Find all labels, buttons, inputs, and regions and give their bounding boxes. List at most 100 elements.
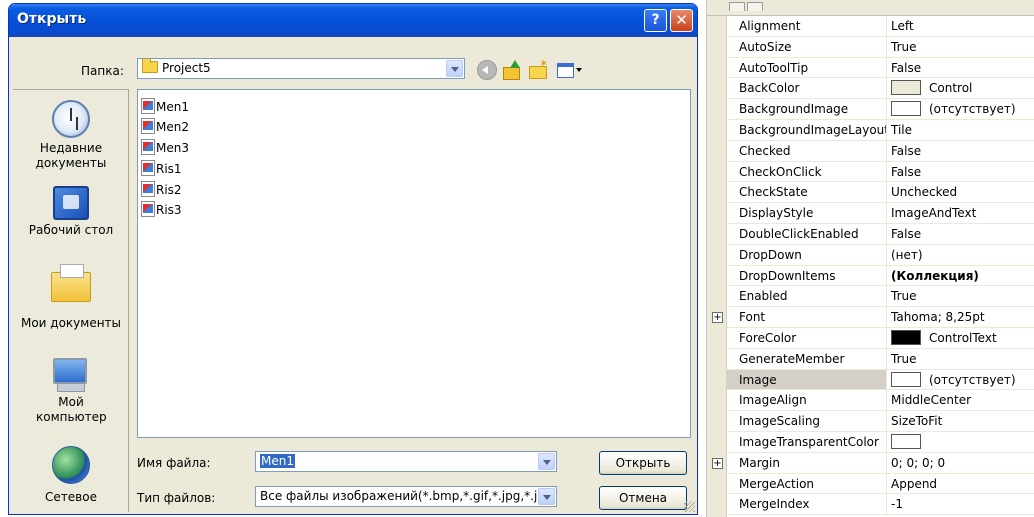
property-value[interactable]: True bbox=[889, 286, 1034, 306]
property-value[interactable]: Tile bbox=[889, 120, 1034, 140]
property-name: Enabled bbox=[727, 286, 887, 307]
property-row[interactable]: GenerateMember True bbox=[727, 348, 1034, 370]
properties-grid: Alignment Left AutoSize True AutoToolTip Fals… bbox=[706, 0, 1034, 517]
property-row[interactable]: Checked False bbox=[727, 140, 1034, 162]
property-value-text: Append bbox=[891, 476, 938, 491]
title-bar[interactable]: Открыть ? ✕ bbox=[9, 4, 697, 37]
property-row[interactable]: ImageTransparentColor bbox=[727, 432, 1034, 453]
property-row[interactable]: AutoSize True bbox=[727, 36, 1034, 58]
list-item[interactable]: Men3 bbox=[141, 139, 189, 156]
property-row[interactable]: BackgroundImage (отсутствует) bbox=[727, 99, 1034, 120]
property-row[interactable]: CheckState Unchecked bbox=[727, 182, 1034, 204]
file-name: Men2 bbox=[156, 120, 189, 134]
property-value-text: -1 bbox=[891, 497, 903, 512]
expand-icon[interactable]: + bbox=[712, 312, 723, 324]
chevron-down-icon[interactable] bbox=[538, 453, 555, 470]
chevron-down-icon[interactable] bbox=[446, 60, 463, 77]
property-row[interactable]: BackgroundImageLayout Tile bbox=[727, 120, 1034, 141]
file-list[interactable]: Men1 Men2 Men3 Ris1 Ris2 Ris3 bbox=[137, 89, 691, 438]
place-my-computer[interactable]: Мой компьютер bbox=[13, 358, 129, 425]
property-value[interactable]: (отсутствует) bbox=[889, 370, 1034, 390]
place-recent[interactable]: Недавние документы bbox=[13, 100, 129, 171]
cancel-button[interactable]: Отмена bbox=[599, 486, 687, 510]
property-name: Alignment bbox=[727, 16, 887, 36]
network-icon bbox=[52, 446, 90, 484]
property-value-text: Left bbox=[891, 19, 914, 33]
property-row[interactable]: AutoToolTip False bbox=[727, 57, 1034, 79]
property-value[interactable]: ControlText bbox=[889, 328, 1034, 348]
recent-documents-icon bbox=[52, 100, 90, 138]
property-value[interactable]: SizeToFit bbox=[889, 411, 1034, 431]
place-network[interactable]: Сетевое bbox=[13, 446, 129, 505]
help-button[interactable]: ? bbox=[644, 9, 667, 32]
chevron-down-icon[interactable] bbox=[538, 488, 555, 505]
place-desktop[interactable]: Рабочий стол bbox=[13, 186, 129, 238]
color-swatch-icon bbox=[891, 371, 921, 387]
property-row[interactable]: ForeColor ControlText bbox=[727, 328, 1034, 349]
property-value[interactable]: 0; 0; 0; 0 bbox=[889, 453, 1034, 473]
property-value[interactable]: Unchecked bbox=[889, 182, 1034, 202]
up-folder-icon[interactable] bbox=[503, 60, 523, 80]
place-network-label: Сетевое bbox=[45, 490, 97, 504]
property-value[interactable]: (отсутствует) bbox=[889, 99, 1034, 119]
place-my-documents[interactable]: Мои документы bbox=[13, 264, 129, 331]
property-value[interactable]: False bbox=[889, 141, 1034, 161]
resize-grip[interactable] bbox=[684, 501, 695, 512]
close-button[interactable]: ✕ bbox=[670, 9, 693, 32]
property-value-text: (отсутствует) bbox=[929, 372, 1016, 387]
property-row[interactable]: DropDownItems (Коллекция) bbox=[727, 265, 1034, 287]
property-value[interactable]: ImageAndText bbox=[889, 203, 1034, 223]
property-value[interactable]: Control bbox=[889, 78, 1034, 98]
property-row[interactable]: + Font Tahoma; 8,25pt bbox=[712, 307, 1034, 328]
property-value-text: False bbox=[891, 60, 922, 75]
filename-input[interactable]: Men1 bbox=[255, 451, 557, 472]
property-row[interactable]: DropDown (нет) bbox=[727, 244, 1034, 266]
list-item[interactable]: Ris2 bbox=[141, 181, 182, 198]
property-row[interactable]: + Margin 0; 0; 0; 0 bbox=[712, 452, 1034, 474]
new-folder-icon[interactable] bbox=[529, 57, 549, 80]
back-icon[interactable] bbox=[477, 60, 497, 80]
property-row[interactable]: DisplayStyle ImageAndText bbox=[727, 203, 1034, 224]
filetype-select[interactable]: Все файлы изображений(*.bmp,*.gif,*.jpg,… bbox=[255, 486, 557, 507]
property-row[interactable]: Alignment Left bbox=[727, 16, 1034, 37]
open-file-dialog: Открыть ? ✕ Папка: Project5 Недавние док… bbox=[8, 3, 698, 515]
list-item[interactable]: Ris1 bbox=[141, 160, 182, 177]
property-value[interactable]: Tahoma; 8,25pt bbox=[889, 307, 1034, 327]
property-value[interactable] bbox=[889, 432, 1034, 452]
open-button[interactable]: Открыть bbox=[599, 451, 687, 475]
property-value[interactable]: (Коллекция) bbox=[889, 266, 1034, 286]
property-value[interactable]: True bbox=[889, 37, 1034, 57]
property-row[interactable]: Image (отсутствует) bbox=[727, 369, 1034, 391]
property-value[interactable]: MiddleCenter bbox=[889, 390, 1034, 410]
property-row[interactable]: Enabled True bbox=[727, 286, 1034, 308]
expand-icon[interactable]: + bbox=[712, 457, 723, 469]
toolbar-tab[interactable] bbox=[729, 2, 745, 11]
property-value[interactable]: False bbox=[889, 162, 1034, 182]
property-name: ImageTransparentColor bbox=[727, 432, 887, 452]
property-row[interactable]: MergeAction Append bbox=[727, 473, 1034, 495]
view-menu-icon[interactable] bbox=[557, 60, 587, 80]
property-row[interactable]: DoubleClickEnabled False bbox=[727, 224, 1034, 245]
list-item[interactable]: Ris3 bbox=[141, 201, 182, 218]
property-row[interactable]: BackColor Control bbox=[727, 78, 1034, 100]
property-name: ImageAlign bbox=[727, 390, 887, 411]
property-row[interactable]: CheckOnClick False bbox=[727, 161, 1034, 183]
properties-toolbar bbox=[707, 0, 1034, 16]
property-name: GenerateMember bbox=[727, 348, 887, 369]
property-value[interactable]: -1 bbox=[889, 494, 1034, 514]
folder-combo[interactable]: Project5 bbox=[137, 58, 465, 79]
property-value[interactable]: Left bbox=[889, 16, 1034, 36]
place-my-documents-label: Мои документы bbox=[20, 316, 122, 330]
property-value[interactable]: True bbox=[889, 349, 1034, 369]
place-my-computer-label: Мой компьютер bbox=[36, 395, 107, 424]
list-item[interactable]: Men2 bbox=[141, 118, 189, 135]
list-item[interactable]: Men1 bbox=[141, 98, 189, 115]
property-value[interactable]: False bbox=[889, 224, 1034, 244]
property-value[interactable]: False bbox=[889, 58, 1034, 78]
toolbar-tab[interactable] bbox=[747, 2, 763, 11]
property-row[interactable]: ImageScaling SizeToFit bbox=[727, 411, 1034, 432]
property-row[interactable]: MergeIndex -1 bbox=[727, 494, 1034, 516]
property-row[interactable]: ImageAlign MiddleCenter bbox=[727, 390, 1034, 412]
property-value[interactable]: (нет) bbox=[889, 245, 1034, 265]
property-value[interactable]: Append bbox=[889, 474, 1034, 494]
